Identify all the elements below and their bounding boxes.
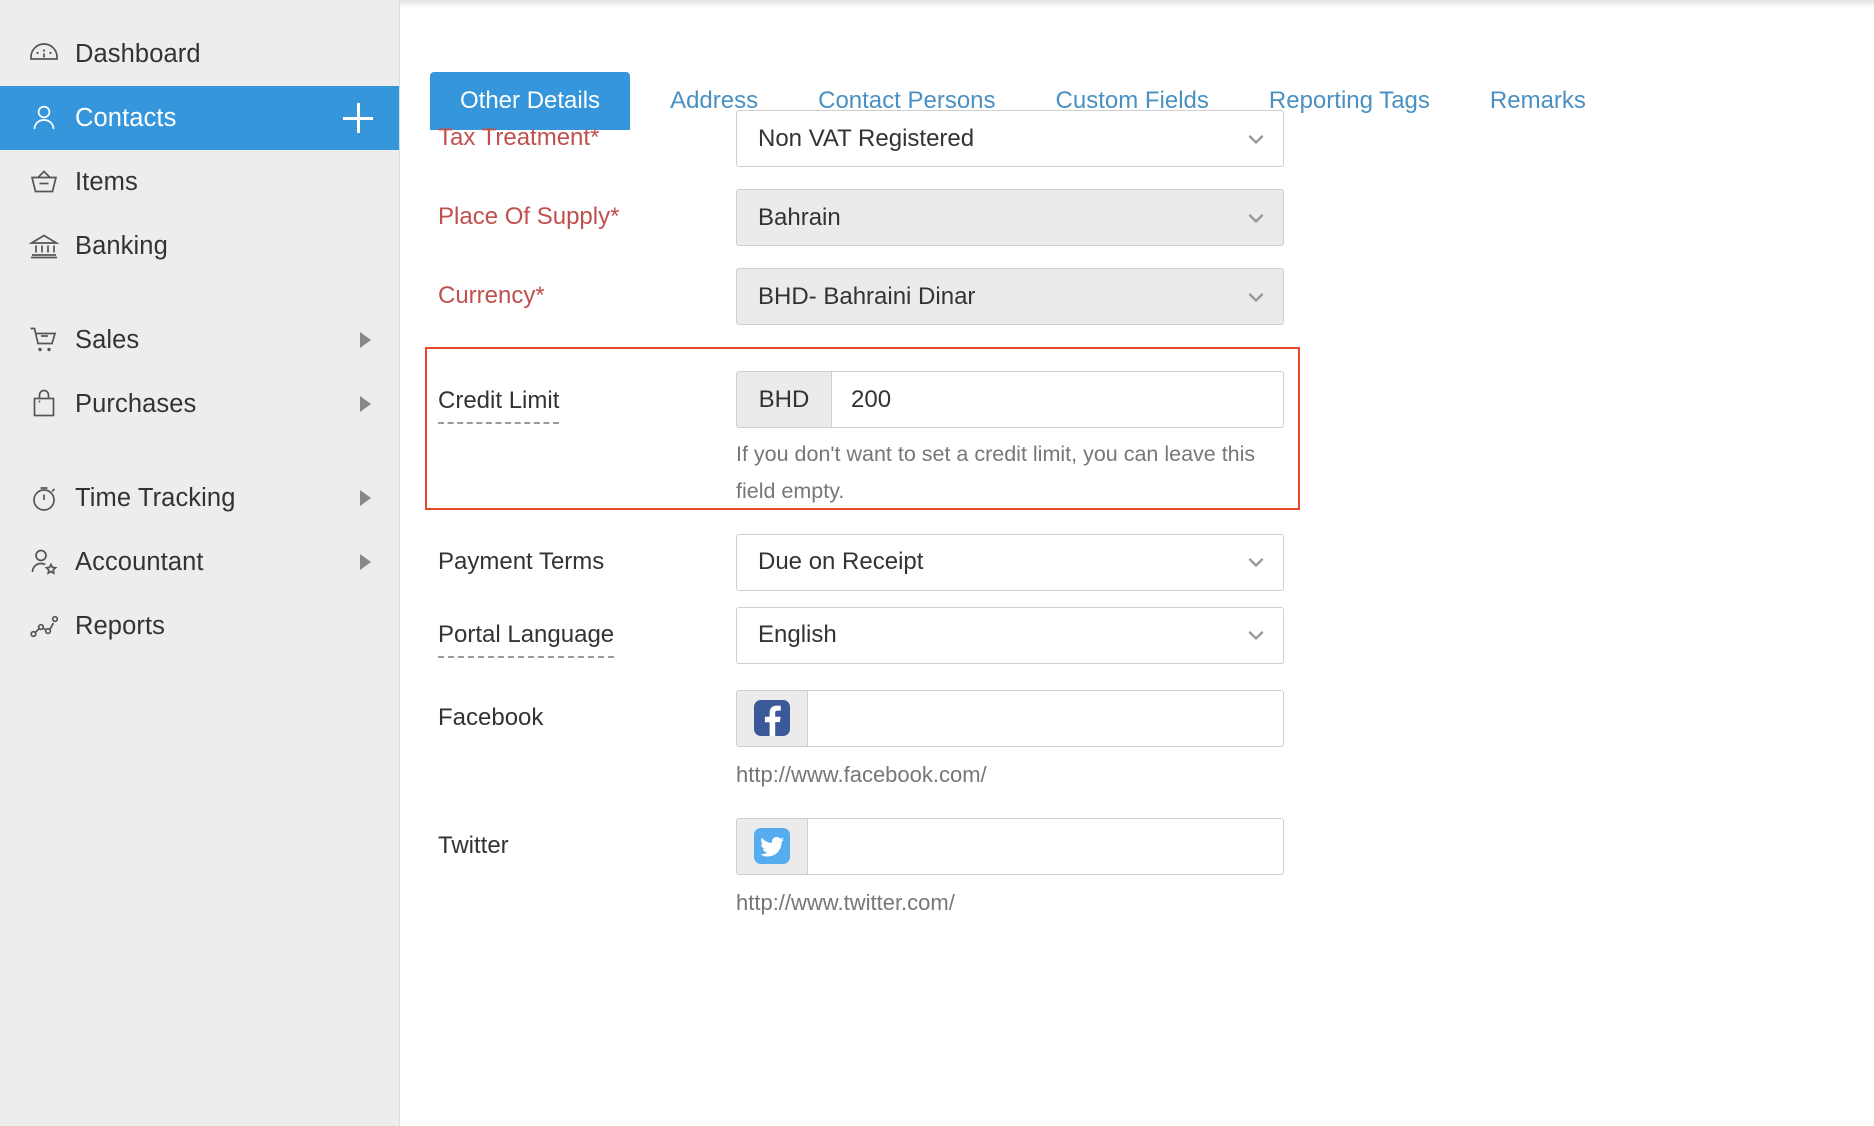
app-window: Dashboard Contacts Items Banking Sales P… (0, 0, 1874, 1126)
credit-limit-input-group: BHD (736, 371, 1284, 428)
dashboard-icon (27, 37, 61, 71)
chevron-right-icon[interactable] (360, 490, 371, 506)
facebook-icon (754, 700, 790, 737)
sidebar-item-label: Items (75, 167, 138, 196)
sidebar-item-sales[interactable]: Sales (0, 308, 399, 372)
time-tracking-icon (27, 481, 61, 515)
reports-icon (27, 609, 61, 643)
credit-limit-label: Credit Limit (438, 371, 736, 424)
currency-value: BHD- Bahraini Dinar (758, 282, 976, 310)
tax-treatment-select[interactable]: Non VAT Registered (736, 110, 1284, 167)
credit-limit-label-text: Credit Limit (438, 387, 560, 424)
field-row-tax-treatment: Tax Treatment* Non VAT Registered (400, 110, 1874, 189)
credit-limit-control: BHD If you don't want to set a credit li… (736, 371, 1874, 510)
sidebar-item-time-tracking[interactable]: Time Tracking (0, 466, 399, 530)
twitter-hint: http://www.twitter.com/ (736, 889, 955, 915)
twitter-addon (737, 818, 808, 874)
facebook-hint: http://www.facebook.com/ (736, 761, 987, 787)
contacts-icon (27, 101, 61, 135)
chevron-down-icon (1245, 207, 1267, 229)
field-row-place-of-supply: Place Of Supply* Bahrain (400, 189, 1874, 268)
currency-control: BHD- Bahraini Dinar (736, 268, 1874, 325)
field-row-credit-limit: Credit Limit BHD If you don't want to se… (400, 347, 1874, 510)
chevron-right-icon[interactable] (360, 554, 371, 570)
accountant-icon (27, 545, 61, 579)
sidebar-item-banking[interactable]: Banking (0, 214, 399, 278)
banking-icon (27, 229, 61, 263)
credit-limit-hint: If you don't want to set a credit limit,… (736, 442, 1256, 503)
sidebar-item-label: Dashboard (75, 39, 201, 68)
place-of-supply-value: Bahrain (758, 203, 841, 231)
currency-label: Currency* (438, 282, 545, 309)
twitter-input[interactable] (808, 818, 1283, 874)
place-of-supply-control: Bahrain (736, 189, 1874, 246)
sidebar-item-reports[interactable]: Reports (0, 594, 399, 658)
chevron-down-icon (1245, 624, 1267, 646)
chevron-down-icon (1245, 286, 1267, 308)
field-row-portal-language: Portal Language English (400, 591, 1874, 670)
sidebar-item-purchases[interactable]: Purchases (0, 372, 399, 436)
field-row-currency: Currency* BHD- Bahraini Dinar (400, 268, 1874, 347)
portal-language-label-text: Portal Language (438, 621, 615, 658)
currency-select[interactable]: BHD- Bahraini Dinar (736, 268, 1284, 325)
sidebar-item-items[interactable]: Items (0, 150, 399, 214)
facebook-label: Facebook (438, 703, 544, 731)
chevron-right-icon[interactable] (360, 396, 371, 412)
facebook-control: http://www.facebook.com/ (736, 689, 1874, 794)
place-of-supply-label: Place Of Supply* (438, 203, 620, 230)
main-content: Other Details Address Contact Persons Cu… (400, 0, 1874, 1126)
field-row-payment-terms: Payment Terms Due on Receipt (400, 510, 1874, 591)
twitter-icon (754, 828, 790, 865)
sidebar-item-label: Contacts (75, 103, 177, 132)
tax-treatment-value: Non VAT Registered (758, 124, 975, 152)
add-contact-button[interactable] (343, 103, 373, 133)
credit-limit-currency-addon: BHD (737, 372, 832, 427)
twitter-control: http://www.twitter.com/ (736, 817, 1874, 922)
purchases-icon (27, 387, 61, 421)
portal-language-label: Portal Language (438, 607, 736, 658)
sidebar: Dashboard Contacts Items Banking Sales P… (0, 0, 400, 1126)
facebook-input[interactable] (808, 690, 1283, 746)
portal-language-control: English (736, 606, 1874, 664)
sidebar-item-accountant[interactable]: Accountant (0, 530, 399, 594)
sidebar-item-contacts[interactable]: Contacts (0, 86, 399, 150)
sidebar-item-label: Time Tracking (75, 483, 236, 512)
payment-terms-select[interactable]: Due on Receipt (736, 533, 1284, 591)
sidebar-divider-2 (0, 436, 399, 466)
payment-terms-value: Due on Receipt (758, 548, 924, 576)
sidebar-item-label: Reports (75, 611, 165, 640)
tax-treatment-label: Tax Treatment* (438, 124, 600, 151)
twitter-input-group (736, 817, 1284, 875)
sidebar-item-label: Banking (75, 231, 168, 260)
credit-limit-input[interactable] (832, 372, 1283, 427)
sidebar-item-label: Sales (75, 325, 140, 354)
twitter-label: Twitter (438, 831, 509, 859)
items-icon (27, 165, 61, 199)
portal-language-select[interactable]: English (736, 606, 1284, 664)
field-row-twitter: Twitter http://www.twitter.com/ (400, 794, 1874, 922)
chevron-right-icon[interactable] (360, 332, 371, 348)
sales-icon (27, 323, 61, 357)
sidebar-item-label: Purchases (75, 389, 197, 418)
tab-bar: Other Details Address Contact Persons Cu… (400, 0, 1874, 130)
topbar-shadow (400, 0, 1874, 9)
payment-terms-control: Due on Receipt (736, 533, 1874, 591)
tax-treatment-control: Non VAT Registered (736, 110, 1874, 167)
facebook-input-group (736, 689, 1284, 747)
portal-language-value: English (758, 621, 837, 649)
field-row-facebook: Facebook http://www.facebook.com/ (400, 670, 1874, 794)
chevron-down-icon (1245, 128, 1267, 150)
place-of-supply-select[interactable]: Bahrain (736, 189, 1284, 246)
sidebar-item-dashboard[interactable]: Dashboard (0, 22, 399, 86)
sidebar-item-label: Accountant (75, 547, 204, 576)
payment-terms-label: Payment Terms (438, 547, 605, 575)
sidebar-divider-1 (0, 278, 399, 308)
facebook-addon (737, 690, 808, 746)
other-details-form: Tax Treatment* Non VAT Registered Place … (400, 72, 1874, 922)
chevron-down-icon (1245, 551, 1267, 573)
